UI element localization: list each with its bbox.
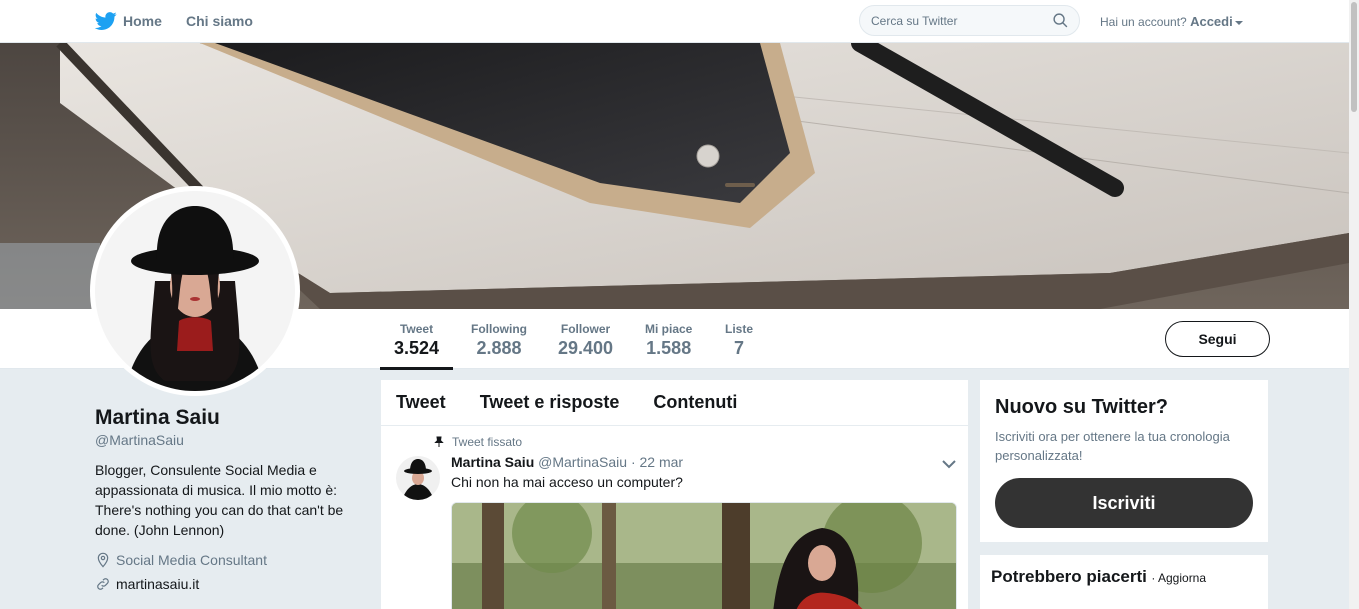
- stat-follower[interactable]: Follower 29.400: [558, 322, 613, 359]
- signup-button[interactable]: Iscriviti: [995, 478, 1253, 528]
- tab-tweet-replies[interactable]: Tweet e risposte: [480, 392, 620, 413]
- tweet-header: Martina Saiu @MartinaSaiu · 22 mar: [451, 454, 683, 470]
- login-link[interactable]: Accedi: [1190, 14, 1233, 29]
- tweet-author[interactable]: Martina Saiu: [451, 454, 534, 470]
- stat-lists-value: 7: [734, 338, 745, 358]
- tweet-text: Chi non ha mai acceso un computer?: [451, 474, 683, 490]
- avatar[interactable]: [90, 186, 300, 396]
- search-icon[interactable]: [1052, 12, 1069, 29]
- stat-lists[interactable]: Liste 7: [725, 322, 753, 359]
- stat-likes-label: Mi piace: [645, 322, 693, 336]
- suggestions-refresh-link[interactable]: · Aggiorna: [1151, 571, 1206, 585]
- twitter-bird-icon: [95, 12, 117, 30]
- suggestions-card: Potrebbero piacerti · Aggiorna: [980, 555, 1268, 609]
- nav-home-link[interactable]: Home: [95, 10, 162, 32]
- profile-handle[interactable]: @MartinaSaiu: [95, 432, 355, 448]
- profile-website: martinasaiu.it: [95, 576, 355, 592]
- pinned-label: Tweet fissato: [452, 435, 523, 449]
- account-prompt: Hai un account?: [1100, 15, 1187, 29]
- suggestions-title: Potrebbero piacerti: [991, 567, 1147, 586]
- tab-tweet[interactable]: Tweet: [396, 392, 446, 413]
- stat-tweet-value: 3.524: [394, 338, 440, 358]
- stat-following[interactable]: Following 2.888: [471, 322, 527, 359]
- profile-location: Social Media Consultant: [95, 552, 355, 568]
- search-box: [859, 5, 1080, 36]
- location-pin-icon: [97, 552, 109, 568]
- search-input[interactable]: [871, 6, 1051, 35]
- scrollbar[interactable]: [1349, 0, 1359, 609]
- nav-about-link[interactable]: Chi siamo: [186, 13, 253, 29]
- stat-following-value: 2.888: [476, 338, 522, 358]
- nav-home-label: Home: [123, 13, 162, 29]
- follow-button[interactable]: Segui: [1165, 321, 1270, 357]
- account-menu: Hai un account? Accedi: [1100, 14, 1243, 29]
- profile-bio: Martina Saiu @MartinaSaiu Blogger, Consu…: [95, 406, 355, 592]
- pinned-indicator: Tweet fissato: [433, 435, 522, 449]
- top-nav: Home Chi siamo Hai un account? Accedi: [0, 0, 1349, 43]
- stat-tweet[interactable]: Tweet 3.524: [379, 322, 454, 370]
- chevron-down-icon[interactable]: [1234, 20, 1243, 25]
- stat-follower-label: Follower: [560, 322, 611, 336]
- stat-following-label: Following: [471, 322, 527, 336]
- tweet-avatar[interactable]: [396, 456, 440, 500]
- signup-card: Nuovo su Twitter? Iscriviti ora per otte…: [980, 380, 1268, 542]
- timeline: Tweet Tweet e risposte Contenuti Tweet f…: [381, 380, 968, 609]
- signup-text: Iscriviti ora per ottenere la tua cronol…: [995, 429, 1230, 463]
- tab-media[interactable]: Contenuti: [653, 392, 737, 413]
- stat-likes[interactable]: Mi piace 1.588: [645, 322, 692, 359]
- stat-likes-value: 1.588: [646, 338, 692, 358]
- profile-website-link[interactable]: martinasaiu.it: [116, 576, 199, 592]
- profile-location-text: Social Media Consultant: [116, 552, 267, 568]
- stat-lists-label: Liste: [725, 322, 754, 336]
- stat-follower-value: 29.400: [558, 338, 614, 358]
- tweet-media-image[interactable]: [451, 502, 957, 609]
- tweet-handle[interactable]: @MartinaSaiu: [538, 454, 627, 470]
- profile-name[interactable]: Martina Saiu: [95, 406, 355, 430]
- stat-tweet-label: Tweet: [399, 322, 434, 336]
- link-icon: [97, 578, 109, 590]
- scrollbar-thumb[interactable]: [1351, 2, 1357, 112]
- timeline-tabs: Tweet Tweet e risposte Contenuti: [381, 380, 968, 426]
- chevron-down-icon[interactable]: [942, 459, 956, 469]
- pin-icon: [434, 436, 444, 447]
- profile-description: Blogger, Consulente Social Media e appas…: [95, 462, 344, 538]
- signup-title: Nuovo su Twitter?: [995, 396, 1168, 418]
- tweet-date[interactable]: · 22 mar: [631, 454, 683, 470]
